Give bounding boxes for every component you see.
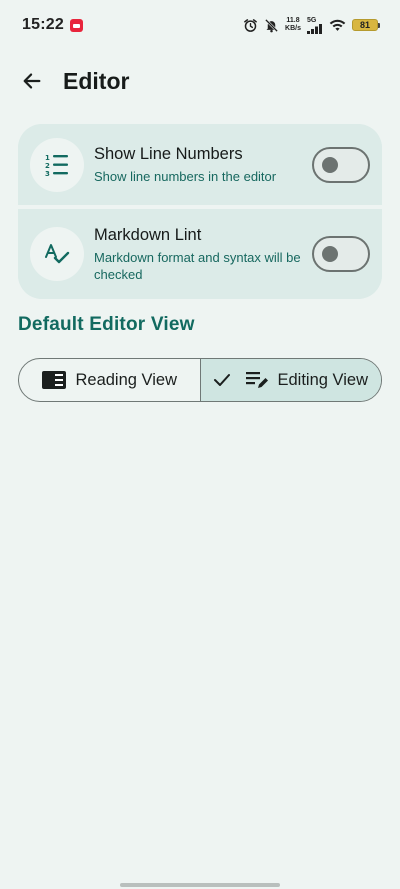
svg-text:2: 2 [45,162,50,170]
setting-text: Markdown Lint Markdown format and syntax… [94,225,312,283]
status-bar: 15:22 11.8 KB/s 5G 81 [0,0,400,50]
net-speed-value: 11.8 [286,17,300,24]
setting-show-line-numbers[interactable]: 1 2 3 Show Line Numbers Show line number… [18,124,382,205]
svg-text:1: 1 [45,154,50,162]
page-title: Editor [63,67,130,94]
editing-view-label: Editing View [277,370,368,389]
line-numbers-icon: 1 2 3 [30,137,84,192]
battery-indicator: 81 [352,19,380,31]
spellcheck-icon [30,227,84,281]
edit-note-icon [246,372,269,388]
back-button[interactable] [17,66,47,96]
alarm-icon [243,18,258,33]
app-notification-icon [69,18,83,32]
signal-bars-icon [307,23,322,34]
reading-view-option[interactable]: Reading View [19,359,200,401]
arrow-left-icon [23,73,41,89]
network-type: 5G [307,16,317,24]
setting-subtitle: Markdown format and syntax will be check… [94,250,301,282]
book-open-icon [42,371,67,389]
status-time: 15:22 [22,16,64,33]
net-speed: 11.8 KB/s [285,17,301,33]
home-indicator[interactable] [120,883,280,887]
section-title: Default Editor View [18,314,195,335]
editing-view-option[interactable]: Editing View [199,359,381,401]
setting-markdown-lint[interactable]: Markdown Lint Markdown format and syntax… [18,209,382,299]
settings-group: 1 2 3 Show Line Numbers Show line number… [18,124,382,299]
setting-subtitle: Show line numbers in the editor [94,169,277,184]
toggle-knob [322,246,338,262]
setting-text: Show Line Numbers Show line numbers in t… [94,144,312,185]
default-view-segmented-control: Reading View Editing View [18,358,382,402]
check-icon [213,373,231,387]
setting-title: Markdown Lint [94,226,202,244]
app-bar: Editor [0,56,400,106]
status-icons: 11.8 KB/s 5G 81 [243,17,380,34]
cell-signal: 5G [307,17,323,34]
mute-bell-icon [264,18,279,33]
svg-text:3: 3 [45,170,50,177]
reading-view-label: Reading View [75,370,177,389]
setting-title: Show Line Numbers [94,145,243,163]
net-speed-unit: KB/s [285,25,301,32]
toggle-knob [322,156,338,173]
show-line-numbers-toggle[interactable] [312,146,370,183]
markdown-lint-toggle[interactable] [312,236,370,272]
wifi-icon [329,18,346,32]
